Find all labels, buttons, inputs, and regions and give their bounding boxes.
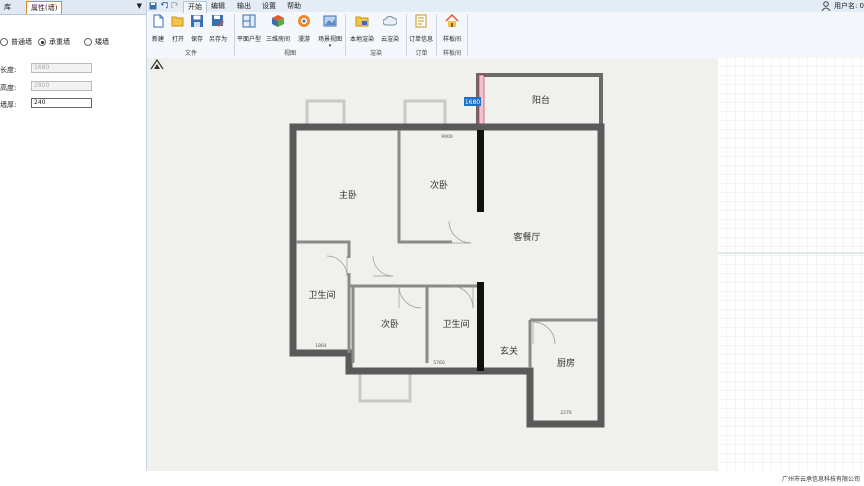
group-separator xyxy=(467,14,468,56)
radio-circle[interactable] xyxy=(84,38,92,46)
company-name: 广州市云承信息科技有限公司 xyxy=(781,476,860,483)
tab-output[interactable]: 输出 xyxy=(233,1,255,12)
room-label-bathroom-1: 卫生间 xyxy=(308,289,335,301)
tab-start[interactable]: 开始 xyxy=(183,1,207,13)
radio-label: 承重墙 xyxy=(49,38,70,46)
button-label: 另存为 xyxy=(208,36,227,43)
button-label: 订单信息 xyxy=(408,36,433,43)
thickness-label: 墙厚: xyxy=(0,101,17,109)
user-icon xyxy=(821,1,831,11)
save-as-icon xyxy=(212,15,224,27)
button-label: 样板间 xyxy=(442,36,461,43)
left-panel-tabs: 库 属性(墙) ▼ xyxy=(0,0,146,15)
local-render-button[interactable]: 本地渲染 xyxy=(349,14,375,43)
redo-icon[interactable] xyxy=(171,2,179,10)
tab-library[interactable]: 库 xyxy=(0,1,15,13)
length-input[interactable]: 1680 xyxy=(31,63,92,73)
tab-settings[interactable]: 设置 xyxy=(258,1,280,12)
button-label: 云渲染 xyxy=(380,36,399,43)
length-label: 长度: xyxy=(0,66,17,74)
height-label: 高度: xyxy=(0,84,17,92)
scene-view-button[interactable]: 场景视图 ▾ xyxy=(317,14,343,49)
group-model-room-label: 样板间 xyxy=(442,50,461,57)
local-render-icon xyxy=(355,16,369,27)
order-info-button[interactable]: 订单信息 xyxy=(408,14,434,43)
room-label-entrance: 玄关 xyxy=(500,345,518,357)
dimension-label: 9900 xyxy=(441,134,453,140)
group-view-label: 视图 xyxy=(283,50,296,57)
tab-help[interactable]: 帮助 xyxy=(283,1,305,12)
dimension-label: 1864 xyxy=(315,343,327,349)
exterior-walls xyxy=(289,123,605,428)
model-room-icon xyxy=(445,13,459,27)
cloud-render-button[interactable]: 云渲染 xyxy=(377,14,403,43)
walkthrough-button[interactable]: 漫游 xyxy=(291,14,317,43)
undo-icon[interactable] xyxy=(160,2,168,10)
thickness-input[interactable]: 240 xyxy=(31,98,92,108)
walkthrough-icon xyxy=(298,15,310,27)
group-order-label: 订单 xyxy=(415,50,428,57)
load-bearing-walls xyxy=(477,130,484,371)
model-room-button[interactable]: 样板间 xyxy=(439,13,465,43)
selected-wall-length: 1680 xyxy=(465,99,480,106)
tab-properties[interactable]: 属性(墙) xyxy=(26,1,63,14)
button-label: 漫游 xyxy=(297,36,310,43)
button-label: 三维房间 xyxy=(265,36,290,43)
quick-save-icon[interactable] xyxy=(149,2,157,10)
scene-view-icon xyxy=(323,15,337,27)
save-as-button[interactable]: 另存为 xyxy=(205,14,231,43)
cloud-render-icon xyxy=(382,15,398,26)
height-input[interactable]: 2800 xyxy=(31,81,92,91)
floor-plan-icon xyxy=(242,14,256,28)
dimension-label: 5760 xyxy=(433,360,445,366)
room-label-master-bedroom: 主卧 xyxy=(339,189,357,201)
button-label: 平面户型 xyxy=(236,36,261,43)
ribbon-tab-bar: 开始 编辑 输出 设置 帮助 用户名: 0 xyxy=(147,0,864,13)
radio-bearing-wall[interactable]: 承重墙 xyxy=(38,37,70,47)
button-label: 场景视图 xyxy=(317,36,342,43)
new-file-icon xyxy=(153,14,164,28)
folder-open-icon xyxy=(171,16,184,27)
user-label: 用户名: 0 xyxy=(833,2,864,10)
dimension-label: 2276 xyxy=(560,410,572,416)
floor-plan-button[interactable]: 平面户型 xyxy=(236,14,262,43)
3d-room-button[interactable]: 三维房间 xyxy=(265,14,291,43)
user-area[interactable]: 用户名: 0 xyxy=(821,0,864,12)
room-label-third-bedroom: 次卧 xyxy=(381,318,399,330)
radio-label: 普通墙 xyxy=(11,38,32,46)
group-render-label: 渲染 xyxy=(369,50,382,57)
radio-low-wall[interactable]: 矮墙 xyxy=(84,37,109,47)
compass-marker xyxy=(150,58,164,70)
room-label-living-dining: 客餐厅 xyxy=(513,231,540,243)
radio-circle[interactable] xyxy=(0,38,8,46)
button-label: 本地渲染 xyxy=(349,36,374,43)
interior-walls xyxy=(296,130,598,368)
status-bar: 广州市云承信息科技有限公司 xyxy=(0,471,864,486)
room-label-second-bedroom: 次卧 xyxy=(430,179,448,191)
group-file-label: 文件 xyxy=(184,50,197,57)
tab-edit[interactable]: 编辑 xyxy=(207,1,229,12)
radio-circle[interactable] xyxy=(38,38,46,46)
grid-lines xyxy=(718,58,864,471)
floor-plan-drawing[interactable]: 1680 阳台 主卧 次卧 客餐厅 卫生间 次卧 卫生间 玄关 厨房 9900 … xyxy=(147,58,718,471)
order-info-icon xyxy=(415,14,427,28)
room-label-balcony: 阳台 xyxy=(532,94,550,106)
panel-menu-arrow-icon[interactable]: ▼ xyxy=(137,2,142,10)
room-label-bathroom-2: 卫生间 xyxy=(442,318,469,330)
radio-label: 矮墙 xyxy=(95,38,109,46)
save-icon xyxy=(191,15,203,27)
room-label-kitchen: 厨房 xyxy=(557,357,575,369)
cube-3d-icon xyxy=(272,15,284,27)
radio-normal-wall[interactable]: 普通墙 xyxy=(0,37,32,47)
grid-area xyxy=(718,58,864,471)
